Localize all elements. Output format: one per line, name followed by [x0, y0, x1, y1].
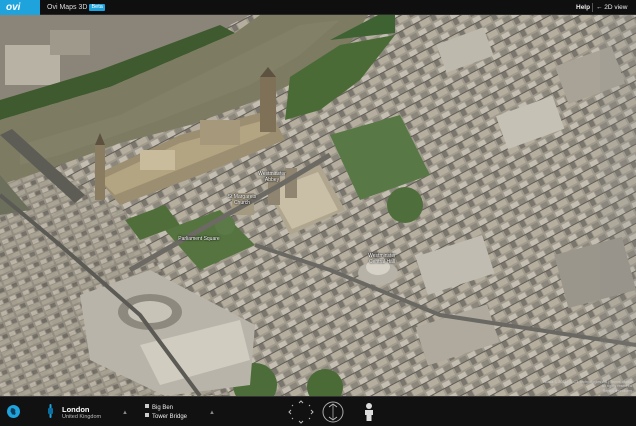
2d-view-toggle[interactable]: ← 2D view — [596, 4, 627, 11]
person-icon[interactable] — [363, 402, 375, 422]
map-label[interactable]: Parliament Square — [178, 236, 220, 242]
divider — [592, 3, 593, 12]
map-label[interactable]: Westminster Central Hall — [360, 253, 404, 265]
copyright-notice: Nokia © 2011 | © C3 Technologies AB | Te… — [544, 380, 632, 394]
map-3d-view[interactable]: Westminster Abbey St Margarets Church Pa… — [0, 15, 636, 396]
bottom-bar: London United Kingdom ▲ Big Ben Tower Br… — [0, 396, 636, 426]
location-city[interactable]: London — [62, 405, 90, 414]
poi-item[interactable]: Big Ben — [145, 404, 173, 411]
aerial-imagery — [0, 15, 636, 396]
poi-item[interactable]: Tower Bridge — [145, 413, 187, 420]
ovi-logo[interactable]: ovi — [0, 0, 40, 15]
chevron-up-icon[interactable]: ▲ — [209, 410, 215, 416]
poi-marker-icon — [145, 404, 149, 408]
app-title-text: Ovi Maps 3D — [47, 4, 88, 11]
help-link[interactable]: Help — [576, 4, 590, 11]
map-label[interactable]: Westminster Abbey — [252, 171, 292, 183]
map-label[interactable]: St Margarets Church — [222, 194, 262, 206]
location-country: United Kingdom — [62, 414, 102, 420]
zoom-dial-icon — [322, 401, 344, 423]
app-title: Ovi Maps 3D Beta — [47, 3, 105, 12]
top-bar: ovi Ovi Maps 3D Beta Help ← 2D view — [0, 0, 636, 15]
report-problem-link[interactable]: Report a problem — [544, 389, 632, 394]
poi-label: Tower Bridge — [152, 414, 188, 420]
pan-arrows-icon — [288, 400, 314, 424]
chevron-up-icon[interactable]: ▲ — [122, 410, 128, 416]
poi-marker-icon — [145, 413, 149, 417]
globe-icon[interactable] — [7, 405, 20, 418]
beta-badge: Beta — [89, 4, 105, 11]
location-pin-icon — [48, 404, 53, 418]
poi-label: Big Ben — [152, 405, 174, 411]
